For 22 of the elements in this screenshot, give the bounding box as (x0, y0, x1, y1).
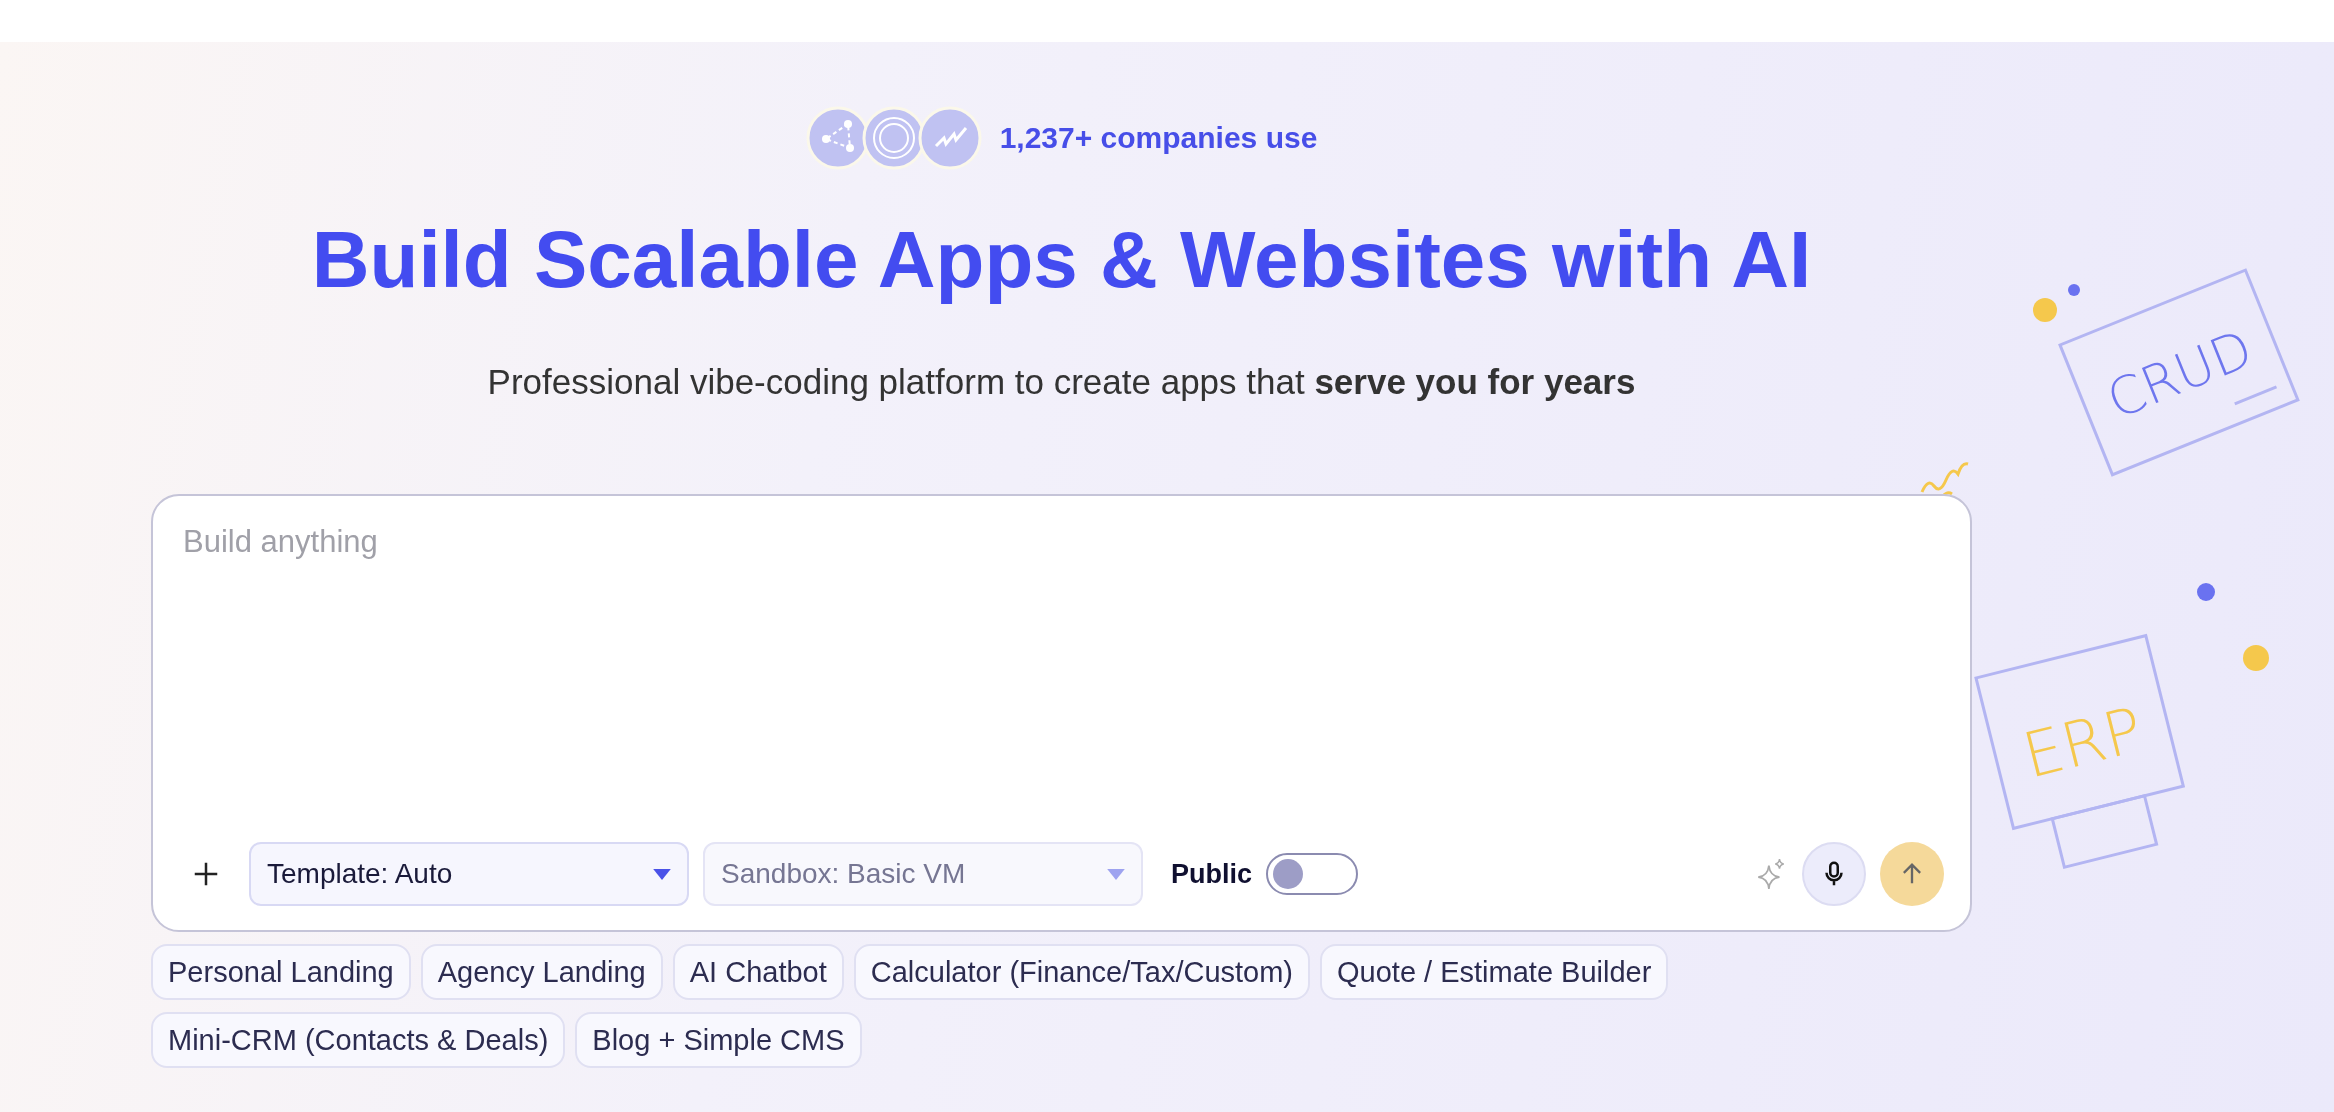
dropdown[interactable]: Template: Auto (249, 842, 689, 906)
dot-decoration (2243, 645, 2269, 671)
dot-decoration (2068, 284, 2080, 296)
dot-decoration (2197, 583, 2215, 601)
caret-icon (1107, 868, 1125, 880)
suggestion-chip[interactable]: Personal Landing (151, 944, 411, 1000)
suggestion-chip[interactable]: AI Chatbot (672, 944, 844, 1000)
browser-sketch-drawing: CRUD (2058, 268, 2300, 477)
monitor-sketch-drawing: ERP (1974, 633, 2186, 870)
caret-icon (653, 868, 671, 880)
suggestion-chip[interactable]: Quote / Estimate Builder (1320, 944, 1669, 1000)
headline: Build Scalable Apps & Websites with AI (311, 214, 1812, 306)
subtitle: Professional vibe-coding platform to create apps that serve you for years (487, 362, 1636, 402)
company-count: 1,237+ companies use (999, 121, 1318, 155)
suggestion-chip[interactable]: Calculator (Finance/Tax/Custom) (853, 944, 1311, 1000)
dot-decoration (2033, 298, 2057, 322)
toggle-label: Public (1171, 858, 1252, 890)
suggestion-chip[interactable]: Agency Landing (420, 944, 663, 1000)
toggle-switch[interactable] (1266, 853, 1358, 895)
suggestion-chip[interactable]: Mini-CRM (Contacts & Deals) (151, 1012, 566, 1068)
zigzag-icon (917, 106, 982, 170)
suggestion-chip[interactable]: Blog + Simple CMS (575, 1012, 862, 1068)
